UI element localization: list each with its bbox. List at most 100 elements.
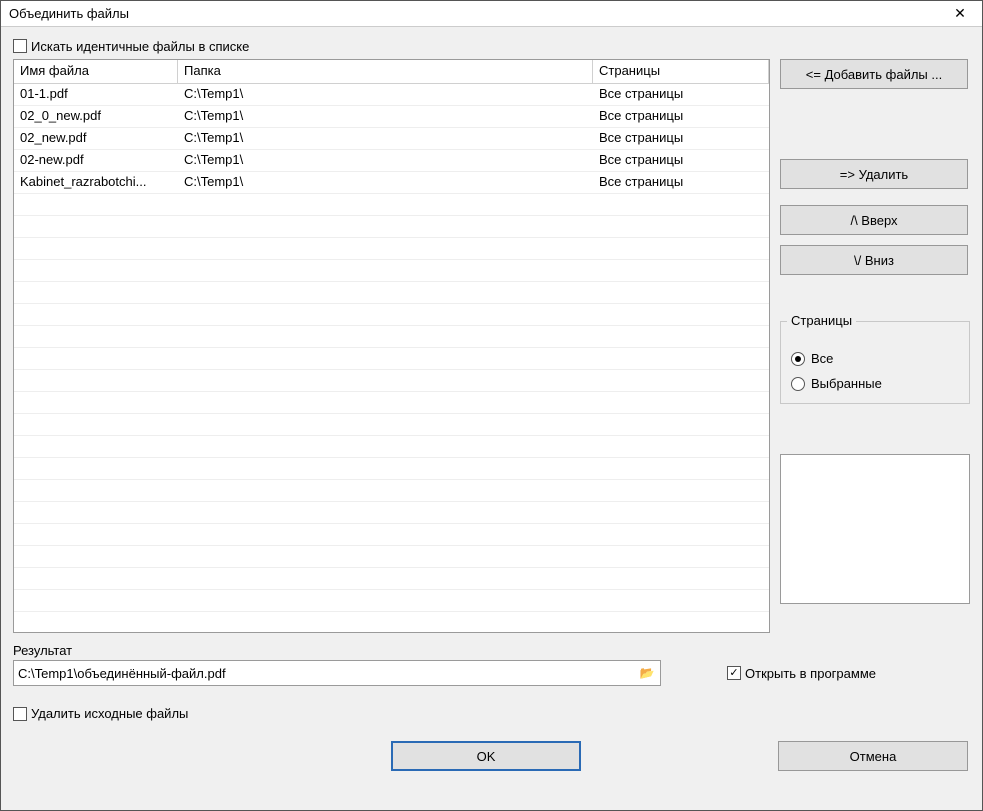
cell-filename xyxy=(14,480,178,501)
table-header: Имя файла Папка Страницы xyxy=(14,60,769,84)
table-row xyxy=(14,216,769,238)
cell-filename xyxy=(14,502,178,523)
cell-folder xyxy=(178,590,593,611)
header-pages[interactable]: Страницы xyxy=(593,60,769,83)
cell-folder xyxy=(178,568,593,589)
table-row[interactable]: 02_new.pdfC:\Temp1\Все страницы xyxy=(14,128,769,150)
radio-selected[interactable] xyxy=(791,377,805,391)
cell-pages xyxy=(593,282,769,303)
delete-source-checkbox[interactable] xyxy=(13,707,27,721)
add-files-button[interactable]: <= Добавить файлы ... xyxy=(780,59,968,89)
side-panel: <= Добавить файлы ... => Удалить /\ Ввер… xyxy=(780,59,970,633)
result-path-text: C:\Temp1\объединённый-файл.pdf xyxy=(18,666,638,681)
result-path-input[interactable]: C:\Temp1\объединённый-файл.pdf 📂 xyxy=(13,660,661,686)
cell-folder: C:\Temp1\ xyxy=(178,172,593,193)
cell-pages xyxy=(593,568,769,589)
titlebar: Объединить файлы ✕ xyxy=(1,1,982,27)
cell-filename xyxy=(14,238,178,259)
cancel-button[interactable]: Отмена xyxy=(778,741,968,771)
cell-folder: C:\Temp1\ xyxy=(178,106,593,127)
cell-folder xyxy=(178,326,593,347)
cell-pages xyxy=(593,458,769,479)
table-body: 01-1.pdfC:\Temp1\Все страницы02_0_new.pd… xyxy=(14,84,769,612)
header-folder[interactable]: Папка xyxy=(178,60,593,83)
cell-folder xyxy=(178,436,593,457)
cell-filename xyxy=(14,282,178,303)
cell-filename xyxy=(14,194,178,215)
preview-box xyxy=(780,454,970,604)
table-row[interactable]: Kabinet_razrabotchi...C:\Temp1\Все стран… xyxy=(14,172,769,194)
result-label: Результат xyxy=(13,643,970,658)
delete-source-row: Удалить исходные файлы xyxy=(13,706,970,721)
ok-button[interactable]: OK xyxy=(391,741,581,771)
cell-pages xyxy=(593,480,769,501)
table-row xyxy=(14,458,769,480)
header-filename[interactable]: Имя файла xyxy=(14,60,178,83)
cell-folder: C:\Temp1\ xyxy=(178,84,593,105)
cell-pages: Все страницы xyxy=(593,128,769,149)
cell-pages: Все страницы xyxy=(593,150,769,171)
cell-filename xyxy=(14,370,178,391)
cell-folder xyxy=(178,370,593,391)
cell-folder xyxy=(178,524,593,545)
radio-all-row: Все xyxy=(791,351,959,366)
footer: OK Отмена xyxy=(13,741,970,781)
table-row[interactable]: 02-new.pdfC:\Temp1\Все страницы xyxy=(14,150,769,172)
cell-filename xyxy=(14,304,178,325)
cell-folder xyxy=(178,458,593,479)
cell-filename: Kabinet_razrabotchi... xyxy=(14,172,178,193)
close-button[interactable]: ✕ xyxy=(938,1,982,27)
cell-filename xyxy=(14,546,178,567)
cell-pages xyxy=(593,370,769,391)
cell-filename xyxy=(14,414,178,435)
table-row xyxy=(14,238,769,260)
table-row xyxy=(14,326,769,348)
cell-pages xyxy=(593,502,769,523)
cell-folder xyxy=(178,304,593,325)
dialog-content: Искать идентичные файлы в списке Имя фай… xyxy=(1,27,982,810)
table-row[interactable]: 01-1.pdfC:\Temp1\Все страницы xyxy=(14,84,769,106)
cell-folder xyxy=(178,502,593,523)
cell-filename xyxy=(14,458,178,479)
table-row xyxy=(14,502,769,524)
main-row: Имя файла Папка Страницы 01-1.pdfC:\Temp… xyxy=(13,59,970,633)
search-identical-checkbox[interactable] xyxy=(13,39,27,53)
table-row xyxy=(14,392,769,414)
cell-pages xyxy=(593,524,769,545)
cell-pages: Все страницы xyxy=(593,172,769,193)
cell-pages xyxy=(593,590,769,611)
cell-filename xyxy=(14,216,178,237)
cell-folder xyxy=(178,238,593,259)
cell-filename: 02_new.pdf xyxy=(14,128,178,149)
cell-pages: Все страницы xyxy=(593,106,769,127)
browse-icon[interactable]: 📂 xyxy=(638,664,656,682)
cell-folder xyxy=(178,260,593,281)
radio-all[interactable] xyxy=(791,352,805,366)
pages-legend: Страницы xyxy=(787,313,856,328)
cell-pages xyxy=(593,238,769,259)
table-row xyxy=(14,414,769,436)
table-row[interactable]: 02_0_new.pdfC:\Temp1\Все страницы xyxy=(14,106,769,128)
cell-filename xyxy=(14,590,178,611)
search-identical-label: Искать идентичные файлы в списке xyxy=(31,39,249,54)
cell-folder: C:\Temp1\ xyxy=(178,150,593,171)
delete-button[interactable]: => Удалить xyxy=(780,159,968,189)
up-button[interactable]: /\ Вверх xyxy=(780,205,968,235)
cell-pages xyxy=(593,304,769,325)
down-button[interactable]: \/ Вниз xyxy=(780,245,968,275)
radio-selected-row: Выбранные xyxy=(791,376,959,391)
cell-folder: C:\Temp1\ xyxy=(178,128,593,149)
cell-filename xyxy=(14,392,178,413)
open-in-program-row: Открыть в программе xyxy=(727,666,876,681)
open-in-program-checkbox[interactable] xyxy=(727,666,741,680)
cell-pages: Все страницы xyxy=(593,84,769,105)
delete-source-label: Удалить исходные файлы xyxy=(31,706,188,721)
cell-pages xyxy=(593,194,769,215)
table-row xyxy=(14,348,769,370)
cell-pages xyxy=(593,392,769,413)
file-table[interactable]: Имя файла Папка Страницы 01-1.pdfC:\Temp… xyxy=(13,59,770,633)
table-row xyxy=(14,480,769,502)
result-row: C:\Temp1\объединённый-файл.pdf 📂 Открыть… xyxy=(13,660,970,686)
cell-folder xyxy=(178,392,593,413)
cell-folder xyxy=(178,216,593,237)
